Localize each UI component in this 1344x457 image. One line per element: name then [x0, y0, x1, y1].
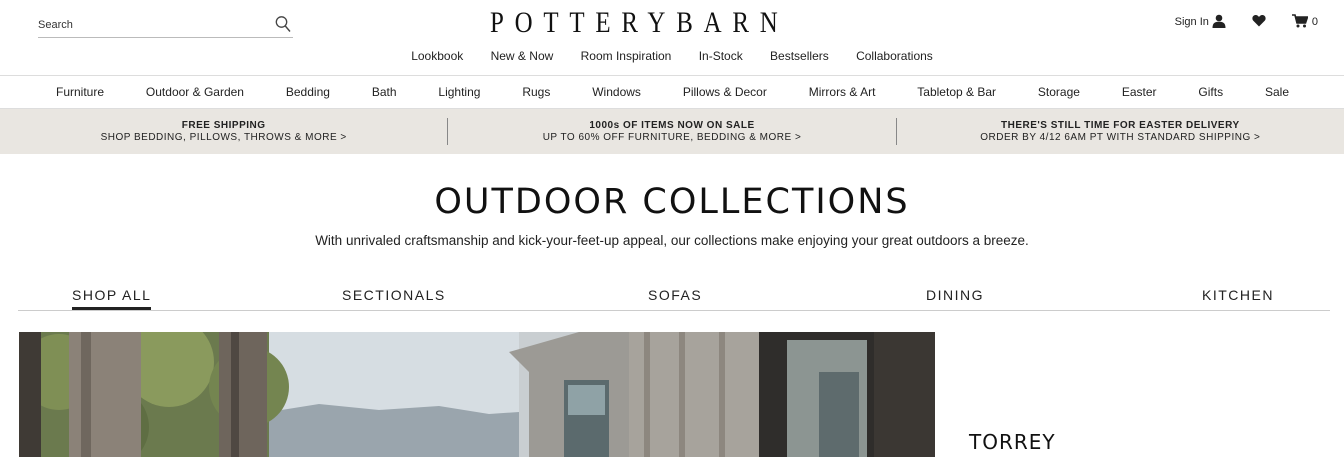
cat-bath[interactable]: Bath — [372, 85, 397, 99]
collection-tabs: SHOP ALL SECTIONALS SOFAS DINING KITCHEN — [18, 284, 1330, 311]
promo-sale[interactable]: 1000s OF ITEMS NOW ON SALE UP TO 60% OFF… — [448, 109, 895, 154]
promo-title: THERE'S STILL TIME FOR EASTER DELIVERY — [1001, 119, 1240, 131]
util-nav-lookbook[interactable]: Lookbook — [411, 49, 463, 63]
cart-count: 0 — [1311, 16, 1318, 28]
pottery-barn-logo[interactable]: POTTERYBARN — [490, 8, 797, 38]
tab-sectionals[interactable]: SECTIONALS — [342, 287, 446, 303]
cat-easter[interactable]: Easter — [1122, 85, 1157, 99]
promo-bar: FREE SHIPPING SHOP BEDDING, PILLOWS, THR… — [0, 109, 1344, 154]
cat-storage[interactable]: Storage — [1038, 85, 1080, 99]
util-nav-in-stock[interactable]: In-Stock — [699, 49, 743, 63]
promo-easter[interactable]: THERE'S STILL TIME FOR EASTER DELIVERY O… — [897, 109, 1344, 154]
search-input[interactable] — [38, 16, 263, 34]
tab-dining[interactable]: DINING — [926, 287, 984, 303]
tab-kitchen[interactable]: KITCHEN — [1202, 287, 1274, 303]
tab-sofas[interactable]: SOFAS — [648, 287, 702, 303]
search-icon[interactable] — [275, 15, 291, 33]
hero-image[interactable] — [19, 332, 935, 457]
promo-subtitle: UP TO 60% OFF FURNITURE, BEDDING & MORE … — [542, 131, 802, 143]
user-icon — [1212, 14, 1226, 31]
cat-lighting[interactable]: Lighting — [438, 85, 480, 99]
utility-nav: Lookbook New & Now Room Inspiration In-S… — [0, 49, 1344, 63]
cart-button[interactable]: 0 — [1291, 13, 1318, 31]
tab-shop-all[interactable]: SHOP ALL — [72, 287, 152, 310]
page-title: OUTDOOR COLLECTIONS — [434, 182, 910, 222]
cart-icon — [1291, 13, 1309, 31]
util-nav-bestsellers[interactable]: Bestsellers — [770, 49, 829, 63]
cat-pillows-decor[interactable]: Pillows & Decor — [683, 85, 767, 99]
cat-furniture[interactable]: Furniture — [56, 85, 104, 99]
promo-title: FREE SHIPPING — [181, 119, 266, 131]
sign-in-link[interactable]: Sign In — [1175, 14, 1226, 31]
util-nav-new-now[interactable]: New & Now — [491, 49, 554, 63]
cat-windows[interactable]: Windows — [592, 85, 641, 99]
promo-title: 1000s OF ITEMS NOW ON SALE — [589, 119, 755, 131]
cat-tabletop-bar[interactable]: Tabletop & Bar — [917, 85, 996, 99]
sign-in-label: Sign In — [1174, 16, 1209, 28]
util-nav-room-inspiration[interactable]: Room Inspiration — [581, 49, 672, 63]
cat-gifts[interactable]: Gifts — [1198, 85, 1223, 99]
util-nav-collaborations[interactable]: Collaborations — [856, 49, 933, 63]
promo-free-shipping[interactable]: FREE SHIPPING SHOP BEDDING, PILLOWS, THR… — [0, 109, 447, 154]
cat-outdoor-garden[interactable]: Outdoor & Garden — [146, 85, 244, 99]
account-area: Sign In 0 — [1175, 12, 1318, 32]
cat-mirrors-art[interactable]: Mirrors & Art — [809, 85, 876, 99]
cat-rugs[interactable]: Rugs — [522, 85, 550, 99]
search-bar — [38, 12, 293, 38]
favorites-button[interactable] — [1252, 14, 1266, 30]
cat-sale[interactable]: Sale — [1265, 85, 1289, 99]
collection-name: TORREY — [969, 430, 1056, 454]
category-nav: Furniture Outdoor & Garden Bedding Bath … — [0, 75, 1344, 109]
heart-icon — [1252, 14, 1266, 30]
promo-subtitle: ORDER BY 4/12 6AM PT WITH STANDARD SHIPP… — [980, 131, 1261, 143]
cat-bedding[interactable]: Bedding — [286, 85, 330, 99]
top-header: POTTERYBARN Sign In 0 Lookbook New & Now… — [0, 0, 1344, 76]
page-subtitle: With unrivaled craftsmanship and kick-yo… — [315, 233, 1029, 248]
promo-subtitle: SHOP BEDDING, PILLOWS, THROWS & MORE > — [100, 131, 347, 143]
